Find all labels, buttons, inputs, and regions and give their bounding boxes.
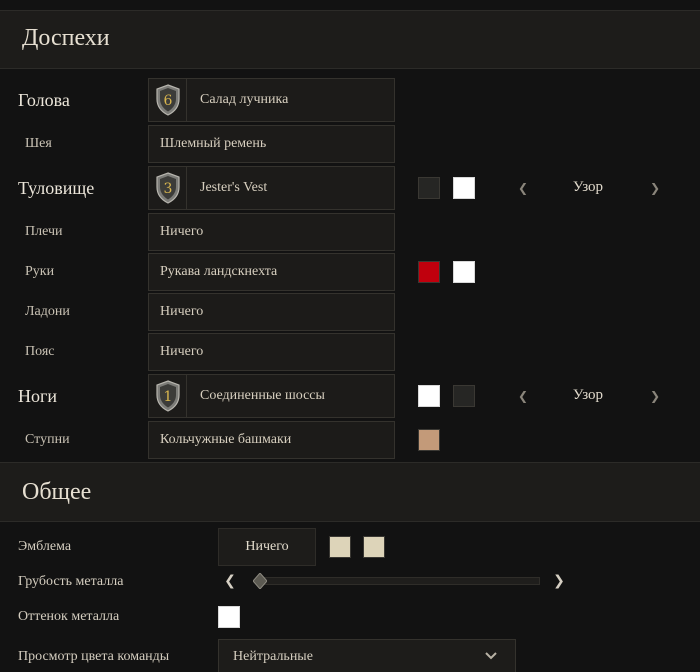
neck-label: Шея: [25, 136, 52, 151]
svg-text:6: 6: [163, 93, 172, 109]
head-value: Салад лучника: [200, 92, 289, 107]
metal-roughness-slider-track[interactable]: [262, 577, 540, 585]
tier-badge-icon: 1: [149, 375, 187, 417]
tier-badge-icon: 3: [149, 167, 187, 209]
feet-color-swatch[interactable]: [418, 429, 440, 451]
head-slot[interactable]: 6 Салад лучника: [148, 78, 395, 122]
belt-label: Пояс: [25, 344, 55, 359]
team-color-dropdown[interactable]: Нейтральные: [218, 639, 516, 672]
shoulders-slot[interactable]: Ничего: [148, 213, 395, 251]
tier-badge-icon: 6: [149, 79, 187, 121]
arms-label: Руки: [25, 264, 55, 279]
legs-secondary-color-swatch[interactable]: [453, 385, 475, 407]
metal-tint-label: Оттенок металла: [18, 609, 120, 624]
emblem-select-button[interactable]: Ничего: [218, 528, 316, 566]
legs-value: Соединенные шоссы: [200, 388, 325, 403]
metal-tint-color-swatch[interactable]: [218, 606, 240, 628]
legs-slot[interactable]: 1 Соединенные шоссы: [148, 374, 395, 418]
feet-label: Ступни: [25, 432, 70, 447]
shoulders-label: Плечи: [25, 224, 63, 239]
torso-slot[interactable]: 3 Jester's Vest: [148, 166, 395, 210]
general-section-title: Общее: [22, 479, 92, 505]
armor-section-title: Доспехи: [22, 25, 110, 51]
palms-value: Ничего: [160, 304, 204, 319]
legs-pattern-prev-icon[interactable]: ❮: [516, 389, 530, 403]
belt-slot[interactable]: Ничего: [148, 333, 395, 371]
svg-text:1: 1: [163, 389, 172, 405]
feet-slot[interactable]: Кольчужные башмаки: [148, 421, 395, 459]
feet-value: Кольчужные башмаки: [160, 432, 292, 447]
torso-secondary-color-swatch[interactable]: [453, 177, 475, 199]
metal-roughness-label: Грубость металла: [18, 574, 124, 589]
neck-value: Шлемный ремень: [160, 136, 267, 151]
team-color-preview-label: Просмотр цвета команды: [18, 649, 170, 664]
general-section-header: Общее: [0, 462, 700, 522]
legs-primary-color-swatch[interactable]: [418, 385, 440, 407]
belt-value: Ничего: [160, 344, 204, 359]
emblem-value: Ничего: [245, 539, 289, 554]
emblem-label: Эмблема: [18, 539, 72, 554]
torso-value: Jester's Vest: [200, 180, 268, 195]
legs-label: Ноги: [18, 386, 58, 406]
armor-section-header: Доспехи: [0, 10, 700, 69]
roughness-increase-icon[interactable]: ❯: [552, 574, 566, 588]
torso-label: Туловище: [18, 178, 95, 198]
palms-slot[interactable]: Ничего: [148, 293, 395, 331]
emblem-primary-color-swatch[interactable]: [329, 536, 351, 558]
torso-pattern-prev-icon[interactable]: ❮: [516, 181, 530, 195]
chevron-down-icon: [483, 648, 499, 664]
head-label: Голова: [18, 90, 70, 110]
emblem-secondary-color-swatch[interactable]: [363, 536, 385, 558]
arms-value: Рукава ландскнехта: [160, 264, 278, 279]
arms-secondary-color-swatch[interactable]: [453, 261, 475, 283]
arms-slot[interactable]: Рукава ландскнехта: [148, 253, 395, 291]
legs-pattern-next-icon[interactable]: ❯: [648, 389, 662, 403]
neck-slot[interactable]: Шлемный ремень: [148, 125, 395, 163]
torso-pattern-label: Узор: [572, 179, 604, 195]
metal-roughness-slider-handle[interactable]: [252, 572, 268, 590]
roughness-decrease-icon[interactable]: ❮: [223, 574, 237, 588]
torso-primary-color-swatch[interactable]: [418, 177, 440, 199]
torso-pattern-next-icon[interactable]: ❯: [648, 181, 662, 195]
shoulders-value: Ничего: [160, 224, 204, 239]
arms-primary-color-swatch[interactable]: [418, 261, 440, 283]
team-color-value: Нейтральные: [233, 649, 313, 664]
palms-label: Ладони: [25, 304, 70, 319]
legs-pattern-label: Узор: [572, 387, 604, 403]
svg-text:3: 3: [163, 181, 172, 197]
